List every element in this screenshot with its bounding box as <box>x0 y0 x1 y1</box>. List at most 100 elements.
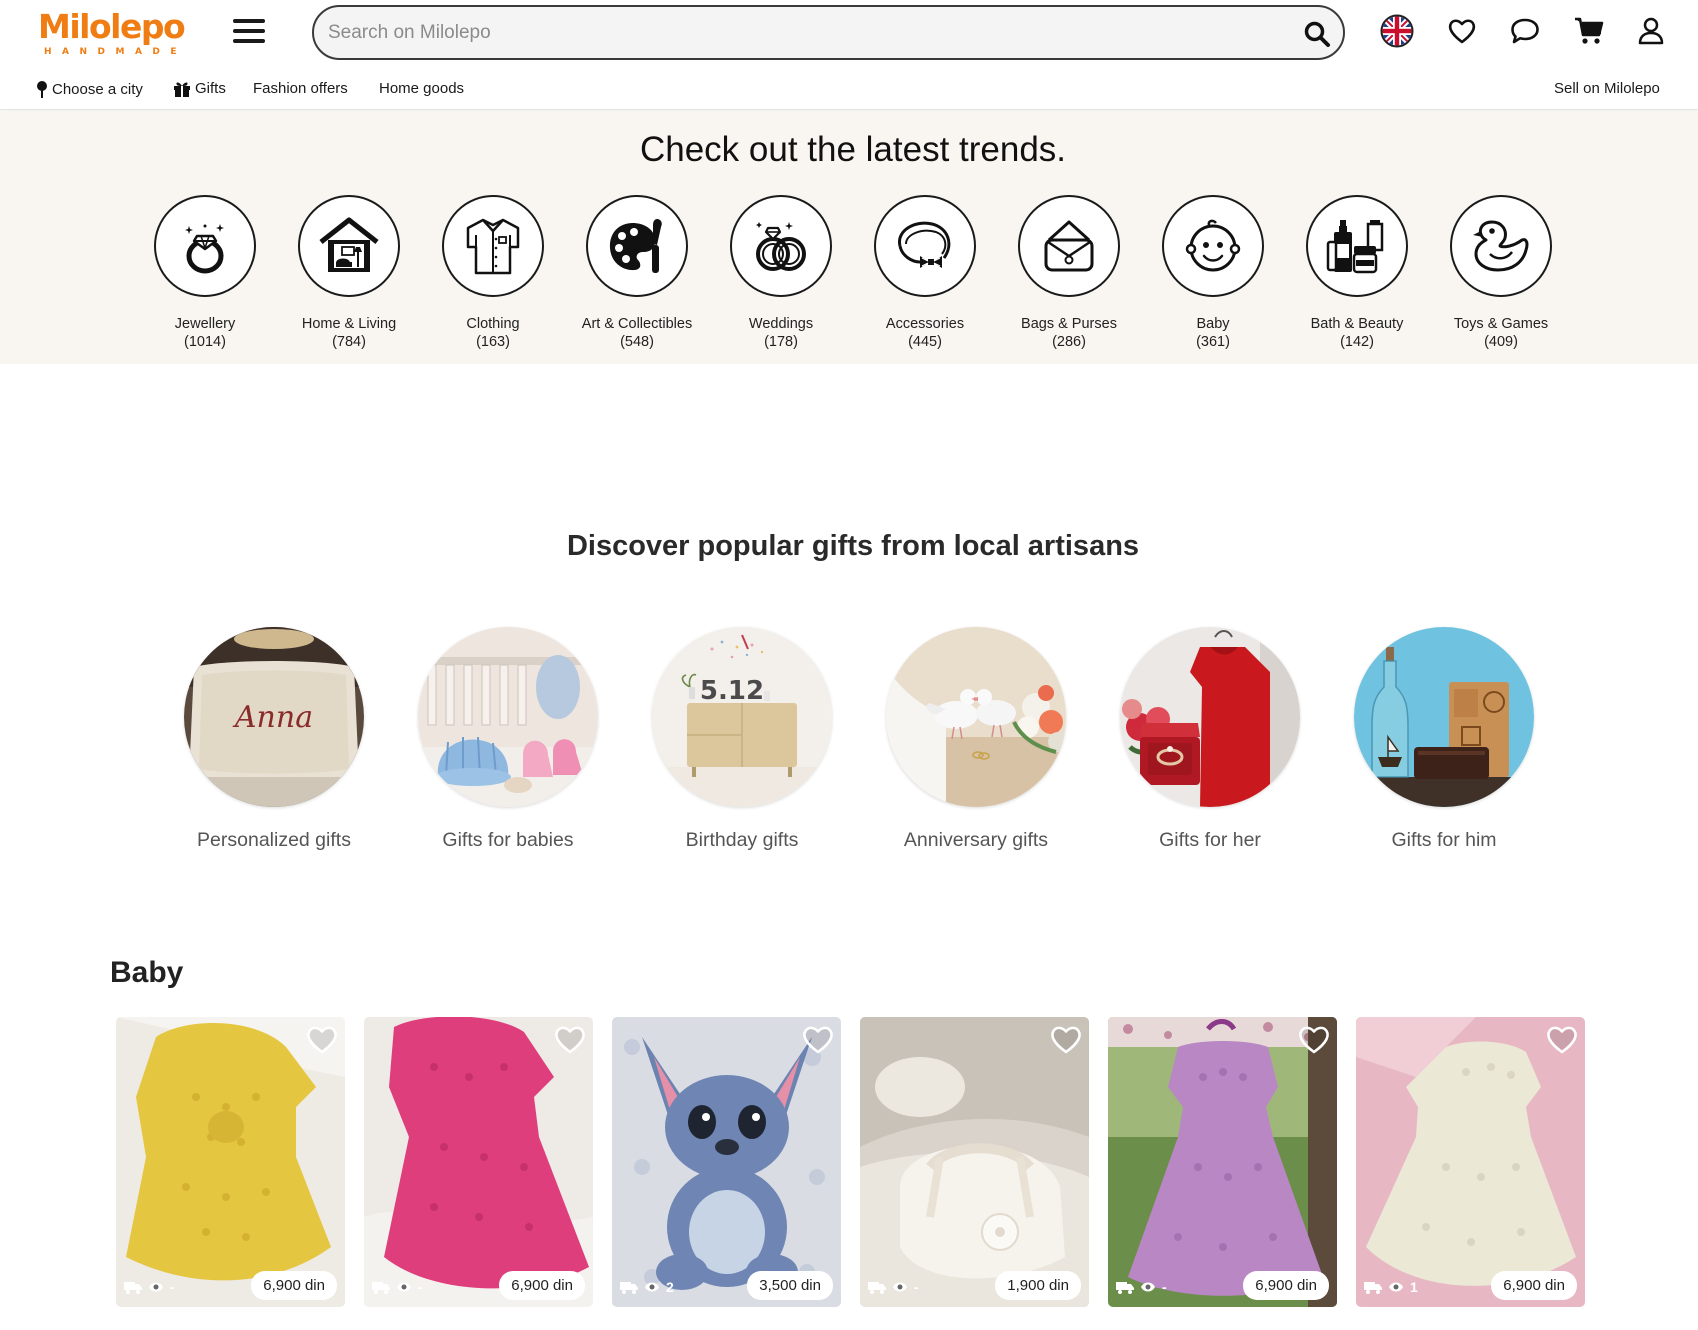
home-goods-link[interactable]: Home goods <box>379 80 464 97</box>
gift-label: Gifts for babies <box>442 829 574 851</box>
ring-icon <box>154 195 256 297</box>
price-tag: 6,900 din <box>1491 1271 1577 1300</box>
favorite-heart-icon[interactable] <box>1049 1023 1083 1055</box>
eye-icon <box>645 1282 659 1292</box>
birthday-gift-image: 5.12 <box>652 627 832 807</box>
search-icon[interactable] <box>1303 20 1331 48</box>
gift-for-her-image <box>1120 627 1300 807</box>
product-card[interactable]: - 6,900 din <box>364 1017 593 1307</box>
product-card[interactable]: - 6,900 din <box>116 1017 345 1307</box>
category-toys-games[interactable]: Toys & Games (409) <box>1429 195 1573 351</box>
category-label: Clothing (163) <box>466 316 520 350</box>
category-baby[interactable]: Baby (361) <box>1141 195 1285 351</box>
product-card[interactable]: 2 3,500 din <box>612 1017 841 1307</box>
favorite-heart-icon[interactable] <box>553 1023 587 1055</box>
category-bath-beauty[interactable]: Bath & Beauty (142) <box>1285 195 1429 351</box>
gift-label: Gifts for him <box>1391 829 1497 851</box>
price-tag: 3,500 din <box>747 1271 833 1300</box>
gifts-link[interactable]: Gifts <box>173 80 226 97</box>
product-stats: - <box>372 1279 423 1295</box>
category-label: Baby (361) <box>1196 316 1230 350</box>
wedding-rings-icon <box>730 195 832 297</box>
choose-city-label: Choose a city <box>52 80 143 98</box>
chat-icon[interactable] <box>1508 14 1542 48</box>
product-card[interactable]: 1 6,900 din <box>1356 1017 1585 1307</box>
house-icon <box>298 195 400 297</box>
trends-title: Check out the latest trends. <box>639 130 1067 169</box>
gift-birthday[interactable]: 5.12 Birthday gifts <box>642 627 842 852</box>
category-accessories[interactable]: Accessories (445) <box>853 195 997 351</box>
trends-section: Check out the latest trends. Jewellery (1… <box>0 111 1698 364</box>
product-stats: 1 <box>1364 1279 1418 1295</box>
site-header: Milolepo HANDMADE Search on Milolepo Cho… <box>0 0 1698 110</box>
favorite-heart-icon[interactable] <box>1545 1023 1579 1055</box>
category-home-living[interactable]: Home & Living (784) <box>277 195 421 351</box>
milolepo-logo[interactable]: Milolepo HANDMADE <box>38 8 188 60</box>
heart-icon[interactable] <box>1445 14 1479 48</box>
category-label: Home & Living (784) <box>301 316 397 350</box>
view-count: - <box>170 1279 175 1295</box>
favorite-heart-icon[interactable] <box>305 1023 339 1055</box>
eye-icon <box>149 1282 163 1292</box>
gift-image-text: Anna <box>232 700 313 735</box>
gift-babies[interactable]: Gifts for babies <box>408 627 608 852</box>
sell-label: Sell on Milolepo <box>1554 80 1660 97</box>
price-tag: 6,900 din <box>251 1271 337 1300</box>
favorite-heart-icon[interactable] <box>801 1023 835 1055</box>
gift-for-him[interactable]: Gifts for him <box>1344 627 1544 852</box>
sell-link[interactable]: Sell on Milolepo <box>1554 80 1660 97</box>
gift-label: Birthday gifts <box>685 829 799 851</box>
gift-anniversary[interactable]: Anniversary gifts <box>876 627 1076 852</box>
gift-image-text: 5.12 <box>700 676 764 706</box>
category-label: Toys & Games (409) <box>1453 316 1549 350</box>
baby-face-icon <box>1162 195 1264 297</box>
gift-for-her[interactable]: Gifts for her <box>1110 627 1310 852</box>
uk-flag-icon[interactable] <box>1380 14 1414 48</box>
category-weddings[interactable]: Weddings (178) <box>709 195 853 351</box>
fashion-offers-label: Fashion offers <box>253 80 348 97</box>
logo-tagline: HANDMADE <box>44 47 188 57</box>
view-count: 2 <box>666 1279 674 1295</box>
menu-icon[interactable] <box>233 19 265 45</box>
category-label: Bags & Purses (286) <box>1021 316 1117 350</box>
gift-personalized[interactable]: Anna Personalized gifts <box>174 627 374 852</box>
bowtie-headband-icon <box>874 195 976 297</box>
choose-city-link[interactable]: Choose a city <box>36 80 143 98</box>
category-jewellery[interactable]: Jewellery (1014) <box>133 195 277 351</box>
secondary-nav: Choose a city Gifts Fashion offers Home … <box>0 80 1698 106</box>
favorite-heart-icon[interactable] <box>1297 1023 1331 1055</box>
delivery-truck-icon <box>1116 1282 1134 1294</box>
view-count: - <box>418 1279 423 1295</box>
delivery-truck-icon <box>372 1282 390 1294</box>
product-image <box>860 1017 1089 1307</box>
category-label: Art & Collectibles (548) <box>581 316 693 350</box>
eye-icon <box>397 1282 411 1292</box>
category-bags-purses[interactable]: Bags & Purses (286) <box>997 195 1141 351</box>
category-clothing[interactable]: Clothing (163) <box>421 195 565 351</box>
gift-label: Personalized gifts <box>197 829 351 851</box>
purse-icon <box>1018 195 1120 297</box>
gift-label: Gifts for her <box>1159 829 1261 851</box>
baby-gift-image <box>418 627 598 807</box>
delivery-truck-icon <box>1364 1282 1382 1294</box>
product-stats: 2 <box>620 1279 674 1295</box>
category-art-collectibles[interactable]: Art & Collectibles (548) <box>565 195 709 351</box>
gifts-title: Discover popular gifts from local artisa… <box>566 530 1140 562</box>
map-pin-icon <box>37 81 47 98</box>
rubber-duck-icon <box>1450 195 1552 297</box>
personalized-gift-image: Anna <box>184 627 364 807</box>
product-stats: - <box>1116 1279 1167 1295</box>
product-stats: - <box>124 1279 175 1295</box>
search-input[interactable] <box>328 17 1268 49</box>
delivery-truck-icon <box>124 1282 142 1294</box>
delivery-truck-icon <box>620 1282 638 1294</box>
logo-wordmark: Milolepo <box>38 7 186 46</box>
product-image <box>364 1017 593 1307</box>
user-icon[interactable] <box>1634 14 1668 48</box>
fashion-offers-link[interactable]: Fashion offers <box>253 80 348 97</box>
product-card[interactable]: - 6,900 din <box>1108 1017 1337 1307</box>
cart-icon[interactable] <box>1572 14 1606 48</box>
product-card[interactable]: - 1,900 din <box>860 1017 1089 1307</box>
category-label: Jewellery (1014) <box>174 316 236 350</box>
product-image <box>612 1017 841 1307</box>
